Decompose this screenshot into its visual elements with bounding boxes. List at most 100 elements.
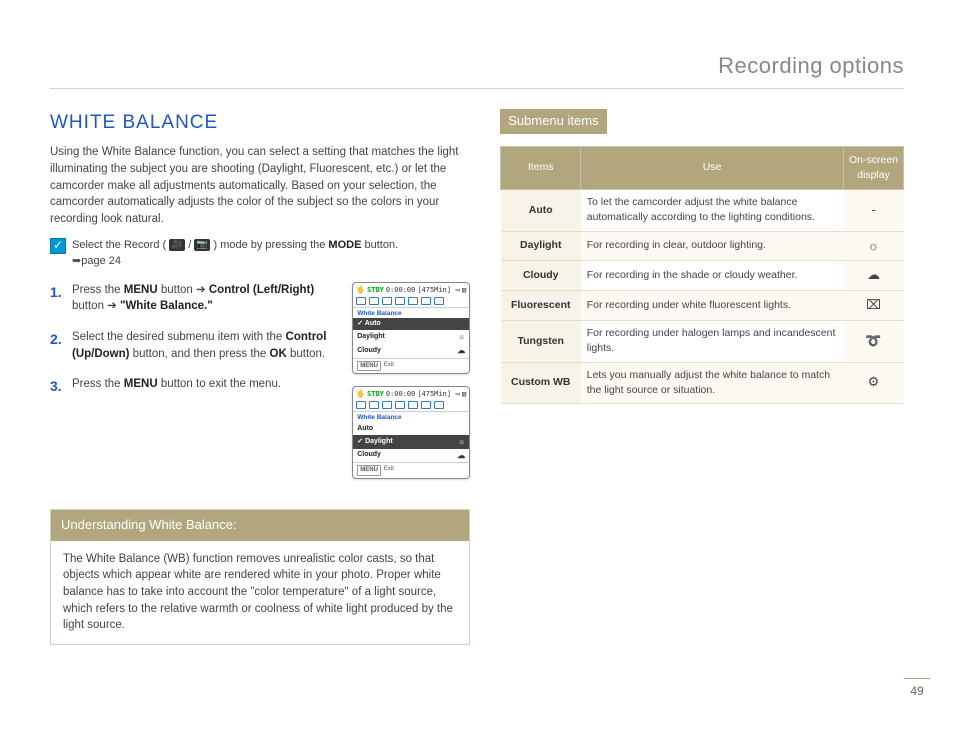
th-display: On-screen display: [844, 146, 904, 189]
step-2: 2. Select the desired submenu item with …: [50, 329, 342, 362]
lcd-preview-2: 🖐 STBY 0:00:00 [475Min] ▭ ▥ White Balanc…: [352, 386, 470, 479]
mode-bold: MODE: [328, 239, 361, 251]
check-mark-icon: ✓: [357, 438, 363, 445]
table-row: Daylight For recording in clear, outdoor…: [501, 231, 904, 261]
th-use: Use: [581, 146, 844, 189]
mode-text-pre: Select the Record (: [72, 239, 166, 251]
submenu-table: Items Use On-screen display Auto To let …: [500, 146, 904, 404]
battery-icon: ▥: [462, 389, 466, 399]
cell-item: Daylight: [501, 231, 581, 261]
steps-list: 1. Press the MENU button ➔ Control (Left…: [50, 282, 342, 479]
section-heading: WHITE BALANCE: [50, 109, 470, 137]
hand-icon: 🖐: [356, 285, 365, 295]
lcd-stby: STBY: [367, 285, 384, 295]
step-text: Press the: [72, 378, 124, 390]
battery-icon: ▥: [462, 285, 466, 295]
lcd-exit-btn: MENU: [357, 361, 381, 372]
content-columns: WHITE BALANCE Using the White Balance fu…: [50, 109, 904, 645]
mode-text-post: ) mode by pressing the: [213, 239, 328, 251]
lcd-menu-title: White Balance: [353, 307, 469, 318]
lcd-remain: [475Min]: [417, 389, 451, 399]
step-bold: "White Balance.": [120, 300, 213, 312]
understanding-body: The White Balance (WB) function removes …: [51, 541, 469, 644]
cloud-icon: ☁: [844, 261, 904, 291]
step-text: Press the: [72, 284, 124, 296]
page-number: 49: [904, 678, 930, 700]
understanding-box: Understanding White Balance: The White B…: [50, 509, 470, 645]
cloud-icon: ☁: [457, 450, 465, 462]
lcd-item-cloudy: Cloudy ☁: [353, 449, 469, 463]
hand-icon: 🖐: [356, 389, 365, 399]
lcd-stby: STBY: [367, 389, 384, 399]
check-mark-icon: ✓: [357, 320, 363, 327]
lcd-exit-btn: MENU: [357, 465, 381, 476]
lcd-exit-label: Exit: [384, 465, 394, 476]
lcd-item-label: Auto: [365, 320, 381, 327]
lcd-time: 0:00:00: [386, 389, 416, 399]
mode-select-note: ✓ Select the Record ( 🎥 / 📷 ) mode by pr…: [50, 238, 470, 270]
cell-disp: -: [844, 190, 904, 231]
step-text: Select the desired submenu item with the: [72, 331, 286, 343]
lcd-screenshots: 🖐 STBY 0:00:00 [475Min] ▭ ▥ White Balanc…: [352, 282, 470, 479]
custom-wb-icon: ⚙: [844, 362, 904, 403]
card-icon: ▭: [456, 285, 460, 295]
lcd-item-label: Cloudy: [357, 450, 381, 460]
table-row: Tungsten For recording under halogen lam…: [501, 321, 904, 362]
lcd-toolbar: [353, 401, 469, 411]
cell-use: For recording in clear, outdoor lighting…: [581, 231, 844, 261]
check-icon: ✓: [50, 238, 66, 254]
th-items: Items: [501, 146, 581, 189]
cloud-icon: ☁: [457, 345, 465, 357]
sun-icon: ☼: [458, 436, 465, 448]
step-text: button, and then press the: [129, 348, 269, 360]
table-row: Custom WB Lets you manually adjust the w…: [501, 362, 904, 403]
step-text: button ➔: [158, 284, 209, 296]
lcd-item-label: Cloudy: [357, 346, 381, 356]
table-row: Cloudy For recording in the shade or clo…: [501, 261, 904, 291]
step-bold: MENU: [124, 378, 158, 390]
cell-use: To let the camcorder adjust the white ba…: [581, 190, 844, 231]
lcd-item-auto: Auto: [353, 423, 469, 435]
table-row: Auto To let the camcorder adjust the whi…: [501, 190, 904, 231]
tungsten-icon: ➰: [844, 321, 904, 362]
step-3: 3. Press the MENU button to exit the men…: [50, 376, 342, 396]
sun-icon: ☼: [458, 331, 465, 343]
step-bold: Control (Left/Right): [209, 284, 314, 296]
lcd-menu-title: White Balance: [353, 411, 469, 422]
cell-use: For recording in the shade or cloudy wea…: [581, 261, 844, 291]
cell-use: For recording under halogen lamps and in…: [581, 321, 844, 362]
step-bold: OK: [270, 348, 287, 360]
lcd-item-label: Daylight: [365, 438, 393, 445]
step-text: button to exit the menu.: [158, 378, 281, 390]
lcd-remain: [475Min]: [417, 285, 451, 295]
cell-use: Lets you manually adjust the white balan…: [581, 362, 844, 403]
step-num: 2.: [50, 329, 64, 362]
step-num: 3.: [50, 376, 64, 396]
cell-item: Auto: [501, 190, 581, 231]
lcd-item-daylight: Daylight ☼: [353, 330, 469, 344]
lcd-exit-label: Exit: [384, 361, 394, 372]
lcd-toolbar: [353, 297, 469, 307]
sun-icon: ☼: [844, 231, 904, 261]
table-row: Fluorescent For recording under white fl…: [501, 291, 904, 321]
lcd-item-cloudy: Cloudy ☁: [353, 344, 469, 358]
lcd-item-auto: ✓ Auto: [353, 318, 469, 330]
lcd-item-label: Daylight: [357, 332, 385, 342]
left-column: WHITE BALANCE Using the White Balance fu…: [50, 109, 470, 645]
submenu-heading: Submenu items: [500, 109, 606, 134]
cell-item: Tungsten: [501, 321, 581, 362]
cell-item: Fluorescent: [501, 291, 581, 321]
lcd-item-label: Auto: [357, 424, 373, 434]
understanding-heading: Understanding White Balance:: [51, 510, 469, 541]
card-icon: ▭: [456, 389, 460, 399]
step-bold: MENU: [124, 284, 158, 296]
step-text: button.: [287, 348, 325, 360]
page-header: Recording options: [50, 50, 904, 89]
mode-text-end: button.: [364, 239, 398, 251]
fluorescent-icon: ⌧: [844, 291, 904, 321]
lcd-time: 0:00:00: [386, 285, 416, 295]
intro-text: Using the White Balance function, you ca…: [50, 144, 470, 227]
step-text: button ➔: [72, 300, 120, 312]
video-mode-icon: 🎥: [169, 239, 185, 251]
cell-item: Custom WB: [501, 362, 581, 403]
